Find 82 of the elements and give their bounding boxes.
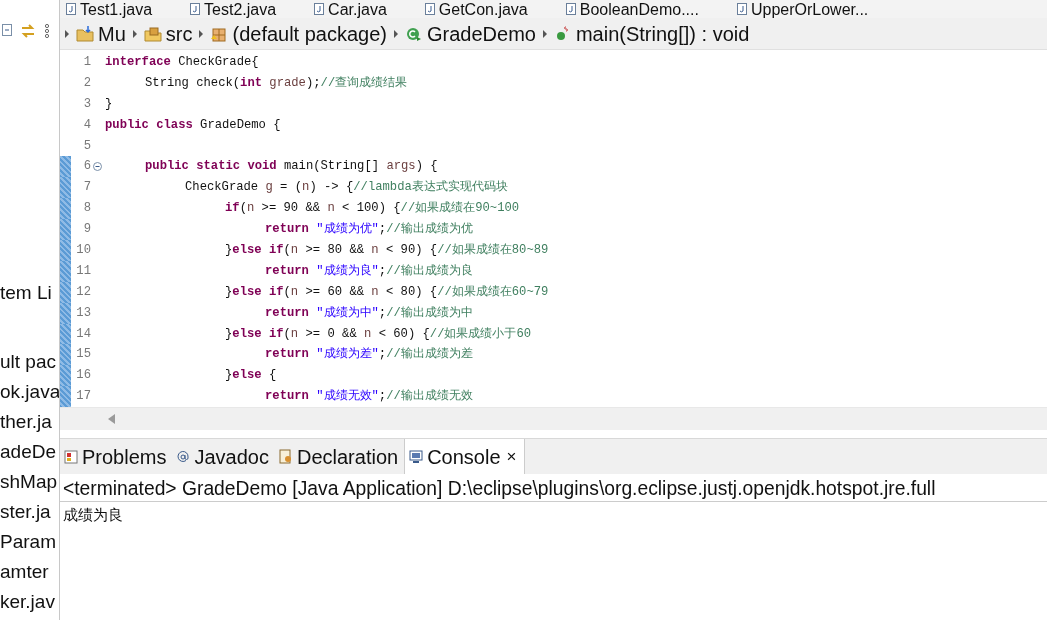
tree-item[interactable]: adeDe	[0, 440, 59, 463]
code-line: String check(int grade);//查询成绩结果	[144, 74, 408, 92]
java-file-icon	[314, 3, 325, 15]
declaration-icon	[279, 448, 293, 465]
line-number: 11	[75, 262, 92, 280]
line-number: 6	[82, 158, 92, 176]
chevron-icon	[64, 28, 70, 39]
line-number: 9	[82, 221, 92, 239]
console-output: 成绩为良	[62, 505, 124, 525]
editor-tab[interactable]: UpperOrLower...	[730, 0, 879, 18]
line-number: 2	[82, 74, 92, 92]
tree-item[interactable]: shMap	[0, 470, 59, 493]
chevron-icon	[198, 28, 205, 39]
line-number: 3	[82, 95, 92, 113]
code-line: return "成绩为差";//输出成绩为差	[264, 346, 473, 364]
close-button[interactable]: ×	[504, 443, 519, 470]
editor-tab[interactable]: Test2.java	[184, 0, 287, 18]
tree-item[interactable]: tem Li	[0, 281, 59, 304]
java-file-icon	[565, 3, 576, 15]
breadcrumb-item[interactable]: src	[143, 18, 193, 49]
sync-icon[interactable]	[20, 24, 36, 38]
breadcrumb-item[interactable]: Mu	[76, 18, 126, 49]
line-number: 12	[75, 283, 92, 301]
line-number: 1	[82, 54, 92, 71]
breadcrumb-item[interactable]: (default package)	[210, 18, 387, 49]
view-tab[interactable]: Declaration	[275, 439, 405, 474]
code-line: return "成绩为中";//输出成绩为中	[264, 304, 473, 322]
more-icon[interactable]	[44, 24, 50, 38]
scroll-left-icon[interactable]	[108, 414, 116, 425]
chevron-icon	[131, 28, 138, 39]
console-header: <terminated> GradeDemo [Java Application] D:\eclipse\plugins\org.eclipse.justj.openjdk.hotspot.jre.full	[60, 474, 1047, 502]
line-number: 8	[82, 200, 92, 218]
tree-item[interactable]: ster.ja	[0, 500, 59, 523]
code-line: interface CheckGrade{	[105, 54, 259, 71]
code-line: CheckGrade g = (n) -> {//lambda表达式实现代码块	[184, 179, 508, 197]
line-number: 4	[82, 116, 92, 134]
editor-tab[interactable]: GetCon.java	[418, 0, 538, 18]
code-line: public class GradeDemo {	[105, 116, 281, 134]
tree-item[interactable]: Param	[0, 530, 59, 553]
code-line: }else if(n >= 0 && n < 60) {//如果成绩小于60	[224, 325, 532, 343]
line-number: 15	[75, 346, 92, 364]
breadcrumb-item[interactable]: GradeDemo	[405, 18, 536, 49]
editor-tab[interactable]: BooleanDemo....	[559, 0, 709, 18]
line-number: 13	[75, 304, 92, 322]
line-number: 5	[82, 137, 92, 155]
code-line: }else {	[224, 367, 277, 385]
java-file-icon	[66, 3, 76, 15]
code-line: if(n >= 90 && n < 100) {//如果成绩在90~100	[224, 200, 520, 218]
code-line: return "成绩无效";//输出成绩无效	[264, 388, 473, 406]
chevron-icon	[393, 28, 399, 39]
java-file-icon	[424, 3, 435, 15]
source-folder-icon	[143, 24, 162, 43]
view-tab[interactable]: Javadoc	[172, 439, 275, 474]
console-icon	[409, 448, 424, 465]
code-line: return "成绩为优";//输出成绩为优	[264, 221, 473, 239]
line-number: 14	[75, 325, 92, 343]
chevron-icon	[541, 28, 548, 39]
at-sign-icon	[176, 448, 191, 465]
code-line: public static void main(String[] args) {	[144, 158, 438, 176]
view-tab[interactable]: Problems	[60, 439, 173, 474]
breadcrumb-item[interactable]: main(String[]) : void	[553, 18, 750, 49]
java-file-icon	[736, 3, 747, 15]
tree-item[interactable]: amter	[0, 560, 59, 583]
editor-tab[interactable]: Test1.java	[60, 0, 163, 18]
project-folder-icon	[76, 24, 94, 43]
tree-item[interactable]: ult pac	[0, 350, 59, 373]
java-file-icon	[190, 3, 201, 15]
collapse-icon[interactable]	[2, 24, 12, 36]
problems-icon	[64, 448, 78, 465]
line-number: 16	[75, 367, 92, 385]
line-number: 10	[75, 242, 92, 259]
collapse-icon[interactable]	[93, 162, 102, 172]
line-number: 7	[82, 179, 92, 197]
tree-item[interactable]: ther.ja	[0, 410, 59, 433]
code-line: }else if(n >= 80 && n < 90) {//如果成绩在80~89	[224, 242, 549, 259]
line-number: 17	[75, 388, 92, 406]
tree-item[interactable]: ker.jav	[0, 590, 59, 613]
code-line: }	[105, 95, 113, 113]
editor-tab[interactable]: Car.java	[308, 0, 397, 18]
view-tab[interactable]: Console ×	[404, 439, 526, 474]
code-line: }else if(n >= 60 && n < 80) {//如果成绩在60~79	[224, 283, 549, 301]
code-line: return "成绩为良";//输出成绩为良	[264, 262, 473, 280]
